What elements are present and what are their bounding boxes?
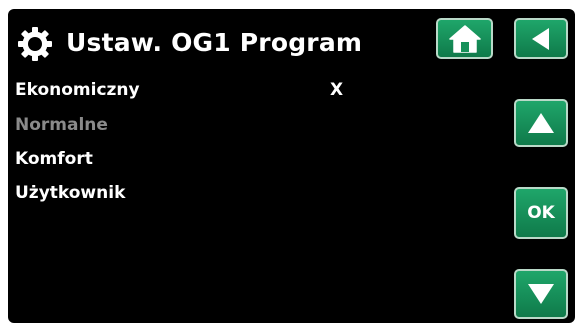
selected-marker: X bbox=[330, 80, 344, 100]
ok-label: OK bbox=[527, 203, 555, 223]
menu-item-normalne: Normalne bbox=[15, 115, 108, 135]
arrow-up-icon bbox=[528, 113, 554, 133]
ok-button[interactable]: OK bbox=[514, 187, 568, 239]
scroll-up-button[interactable] bbox=[514, 99, 568, 147]
back-button[interactable] bbox=[514, 18, 568, 59]
arrow-down-icon bbox=[528, 284, 554, 304]
scroll-down-button[interactable] bbox=[514, 269, 568, 319]
back-arrow-icon bbox=[532, 27, 549, 50]
menu-item-komfort[interactable]: Komfort bbox=[15, 149, 93, 169]
menu-item-ekonomiczny[interactable]: Ekonomiczny bbox=[15, 80, 140, 100]
home-button[interactable] bbox=[436, 18, 493, 59]
display-screen: Ustaw. OG1 Program OK Ekonomiczny X Norm… bbox=[8, 9, 575, 323]
home-icon bbox=[448, 24, 481, 53]
menu-item-uzytkownik[interactable]: Użytkownik bbox=[15, 183, 125, 203]
page-title: Ustaw. OG1 Program bbox=[66, 28, 363, 57]
gear-icon bbox=[17, 26, 53, 62]
